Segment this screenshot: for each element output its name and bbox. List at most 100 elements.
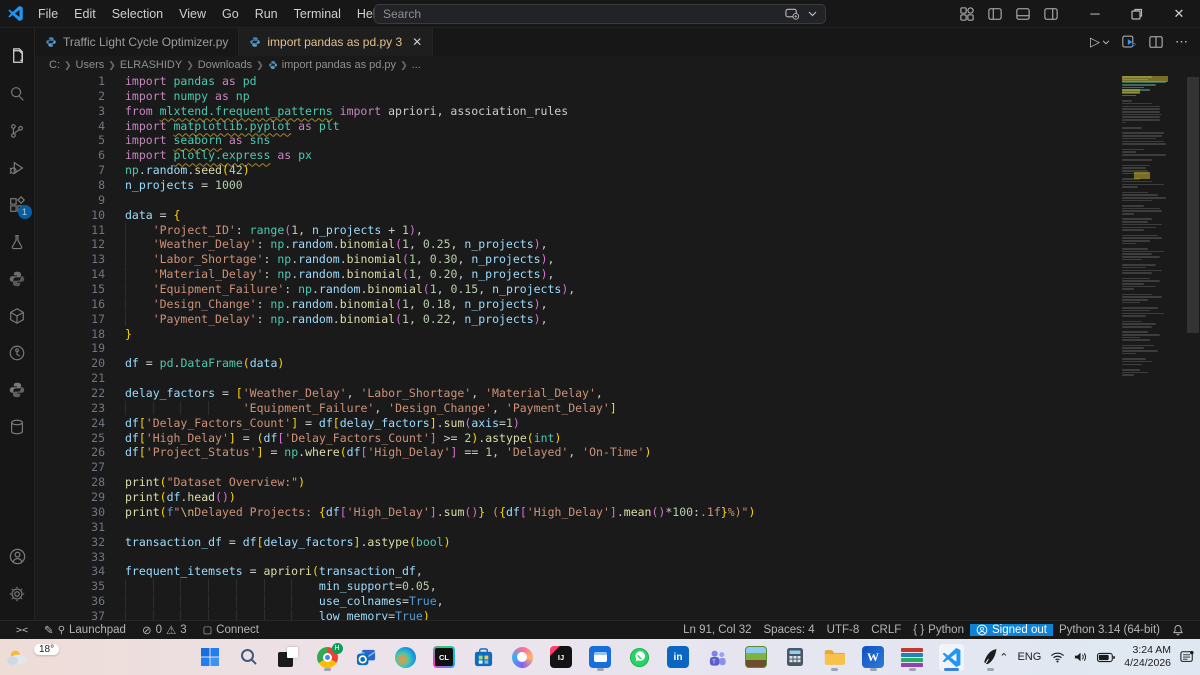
- edge-icon[interactable]: [393, 644, 418, 671]
- code-line[interactable]: 4import matplotlib.pyplot as plt: [35, 119, 1140, 134]
- timeline-icon[interactable]: [0, 334, 35, 371]
- code-line[interactable]: 18}: [35, 327, 1140, 342]
- code-line[interactable]: 37 low_memory=True): [35, 609, 1140, 620]
- menu-terminal[interactable]: Terminal: [286, 0, 349, 28]
- code-line[interactable]: 6import plotly.express as px: [35, 148, 1140, 163]
- python-interpreter[interactable]: Python 3.14 (64-bit): [1053, 624, 1166, 636]
- code-line[interactable]: 27: [35, 460, 1140, 475]
- intellij-icon[interactable]: IJ: [549, 644, 574, 671]
- chrome-icon[interactable]: H: [315, 644, 340, 671]
- indentation[interactable]: Spaces: 4: [758, 624, 821, 636]
- ms-store-icon[interactable]: [471, 644, 496, 671]
- split-editor-icon[interactable]: [1149, 35, 1163, 49]
- menu-edit[interactable]: Edit: [66, 0, 104, 28]
- code-line[interactable]: 15 'Equipment_Failure': np.random.binomi…: [35, 282, 1140, 297]
- outlook-icon[interactable]: [354, 644, 379, 671]
- copilot-chat-icon[interactable]: [785, 8, 800, 20]
- code-line[interactable]: 13 'Labor_Shortage': np.random.binomial(…: [35, 252, 1140, 267]
- breadcrumb-item[interactable]: Downloads: [198, 59, 252, 71]
- code-line[interactable]: 30print(f"\nDelayed Projects: {df['High_…: [35, 505, 1140, 520]
- notifications-bell-icon[interactable]: [1166, 624, 1190, 636]
- volume-icon[interactable]: [1074, 651, 1088, 663]
- copilot-icon[interactable]: [510, 644, 535, 671]
- search-icon[interactable]: [0, 75, 35, 112]
- folder-icon[interactable]: [822, 644, 847, 671]
- game-icon[interactable]: [744, 644, 769, 671]
- code-line[interactable]: 23 'Equipment_Failure', 'Design_Change',…: [35, 401, 1140, 416]
- toggle-panel-icon[interactable]: [1016, 7, 1030, 21]
- breadcrumb-item[interactable]: ...: [412, 59, 421, 71]
- launchpad-item[interactable]: ✎⚲ Launchpad: [38, 621, 132, 639]
- customize-layout-icon[interactable]: [960, 7, 974, 21]
- more-actions-icon[interactable]: ⋯: [1175, 34, 1188, 50]
- toggle-sidebar-icon[interactable]: [988, 7, 1002, 21]
- code-line[interactable]: 10data = {: [35, 208, 1140, 223]
- snip-app-icon[interactable]: [276, 644, 301, 671]
- tab-close-icon[interactable]: ✕: [412, 35, 422, 49]
- search-icon[interactable]: [237, 644, 262, 671]
- source-control-icon[interactable]: [0, 112, 35, 149]
- code-line[interactable]: 29print(df.head()): [35, 490, 1140, 505]
- menu-go[interactable]: Go: [214, 0, 247, 28]
- code-line[interactable]: 20df = pd.DataFrame(data): [35, 356, 1140, 371]
- language-mode[interactable]: { }Python: [907, 624, 970, 636]
- winrar-icon[interactable]: [900, 644, 925, 671]
- code-line[interactable]: 35 min_support=0.05,: [35, 579, 1140, 594]
- calculator-icon[interactable]: [783, 644, 808, 671]
- toggle-secondary-sidebar-icon[interactable]: [1044, 7, 1058, 21]
- eol-sequence[interactable]: CRLF: [865, 624, 907, 636]
- code-editor[interactable]: 1import pandas as pd2import numpy as np3…: [35, 74, 1200, 620]
- tab-import-pandas[interactable]: import pandas as pd.py 3 ✕: [239, 28, 433, 56]
- package-icon[interactable]: [0, 297, 35, 334]
- test-flask-icon[interactable]: [0, 223, 35, 260]
- run-python-file-icon[interactable]: P: [1122, 35, 1137, 49]
- settings-gear-icon[interactable]: [0, 575, 35, 612]
- run-button[interactable]: ▷: [1090, 34, 1110, 50]
- code-line[interactable]: 2import numpy as np: [35, 89, 1140, 104]
- weather-widget[interactable]: 18°: [6, 646, 59, 668]
- menu-file[interactable]: File: [30, 0, 66, 28]
- remote-window-icon[interactable]: [588, 644, 613, 671]
- code-line[interactable]: 14 'Material_Delay': np.random.binomial(…: [35, 267, 1140, 282]
- code-line[interactable]: 17 'Payment_Delay': np.random.binomial(1…: [35, 312, 1140, 327]
- close-button[interactable]: ✕: [1158, 0, 1200, 27]
- code-line[interactable]: 22delay_factors = ['Weather_Delay', 'Lab…: [35, 386, 1140, 401]
- code-line[interactable]: 1import pandas as pd: [35, 74, 1140, 89]
- command-center-search[interactable]: Search: [374, 4, 826, 24]
- code-line[interactable]: 12 'Weather_Delay': np.random.binomial(1…: [35, 237, 1140, 252]
- code-line[interactable]: 31: [35, 520, 1140, 535]
- cursor-position[interactable]: Ln 91, Col 32: [677, 624, 757, 636]
- clion-icon[interactable]: CL: [432, 644, 457, 671]
- restore-button[interactable]: [1116, 0, 1158, 27]
- editor-scrollbar[interactable]: [1187, 77, 1199, 333]
- language-indicator[interactable]: ENG: [1017, 651, 1041, 663]
- wifi-icon[interactable]: [1050, 651, 1065, 663]
- menu-selection[interactable]: Selection: [104, 0, 171, 28]
- tab-traffic-light-optimizer[interactable]: Traffic Light Cycle Optimizer.py: [35, 28, 239, 56]
- code-line[interactable]: 25df['High_Delay'] = (df['Delay_Factors_…: [35, 431, 1140, 446]
- clock[interactable]: 3:24 AM 4/24/2026: [1124, 644, 1171, 670]
- code-line[interactable]: 9: [35, 193, 1140, 208]
- signed-out-item[interactable]: Signed out: [970, 624, 1053, 636]
- code-line[interactable]: 34frequent_itemsets = apriori(transactio…: [35, 564, 1140, 579]
- code-line[interactable]: 5import seaborn as sns: [35, 133, 1140, 148]
- start-icon[interactable]: [198, 644, 223, 671]
- code-line[interactable]: 3from mlxtend.frequent_patterns import a…: [35, 104, 1140, 119]
- breadcrumb-item[interactable]: ELRASHIDY: [120, 59, 182, 71]
- code-line[interactable]: 8n_projects = 1000: [35, 178, 1140, 193]
- python-env-icon[interactable]: [0, 371, 35, 408]
- code-line[interactable]: 36 use_colnames=True,: [35, 594, 1140, 609]
- breadcrumb-item[interactable]: C:: [49, 59, 60, 71]
- connect-item[interactable]: ▢ Connect: [197, 621, 265, 639]
- teams-icon[interactable]: T: [705, 644, 730, 671]
- menu-view[interactable]: View: [171, 0, 214, 28]
- code-line[interactable]: 28print("Dataset Overview:"): [35, 475, 1140, 490]
- extensions-icon[interactable]: 1: [0, 186, 35, 223]
- problems-item[interactable]: ⊘0 ⚠3: [136, 621, 193, 639]
- minimap[interactable]: [1122, 76, 1168, 620]
- code-line[interactable]: 21: [35, 371, 1140, 386]
- minimize-button[interactable]: ─: [1074, 0, 1116, 27]
- code-line[interactable]: 16 'Design_Change': np.random.binomial(1…: [35, 297, 1140, 312]
- notification-center-icon[interactable]: [1180, 650, 1194, 664]
- files-icon[interactable]: [0, 38, 35, 75]
